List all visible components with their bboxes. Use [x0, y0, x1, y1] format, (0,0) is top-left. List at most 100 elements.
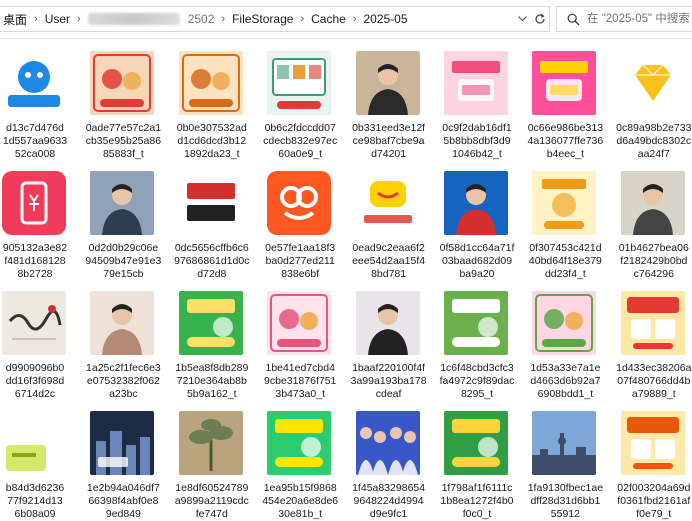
file-thumbnail: [522, 288, 608, 358]
file-grid: d13c7d476d 1d557aa9633 52ca008 0ade77e57c2a…: [0, 38, 692, 520]
file-name-line: 8295_t: [460, 388, 494, 400]
chevron-right-icon[interactable]: ›: [218, 13, 228, 25]
file-name-line: f2182429b0bd: [620, 255, 688, 267]
file-name-line: 9648224d4994: [353, 495, 424, 507]
file-name-line: 0b0e307532ad: [176, 122, 247, 134]
person-photo: [90, 171, 155, 235]
file-name: 1e8df60524789 a9899a2119cdc fe747d: [169, 482, 255, 521]
file-name-line: 0f58d1cc64a71f: [439, 242, 515, 254]
promo-green: [444, 291, 508, 355]
file-name: 0b6c2fdccdd07 cdecb832e97ec 60a0e9_t: [257, 122, 343, 161]
file-name-line: 5b9a162_t: [186, 388, 237, 400]
file-name: 905132a3e82 f481d168128 8b2728: [0, 242, 78, 281]
crumb-2025-05[interactable]: 2025-05: [359, 12, 411, 26]
file-name: 1f45a83298654 9648224d4994 d9e9fc1: [346, 482, 432, 521]
file-name-line: 0b331eed3e12f: [352, 122, 426, 134]
file-name-line: 454e20a6e8de6: [262, 495, 339, 507]
file-name-line: 1c6f48cbd3cfc3: [440, 362, 514, 374]
file-thumbnail: [434, 408, 520, 478]
chevron-right-icon[interactable]: ›: [297, 13, 307, 25]
file-name: 1f798af1f6111c 1b8ea1272f4b0 f0c0_t: [434, 482, 520, 521]
file-thumbnail: [80, 288, 166, 358]
person-photo: [444, 171, 508, 235]
file-name: 1be41ed7cbd4 9cbe31876f751 3b473a0_t: [257, 362, 343, 401]
crumb-filestorage[interactable]: FileStorage: [228, 12, 297, 26]
address-bar: 桌面 › User › 2502 › FileStorage › Cache ›…: [0, 0, 692, 39]
search-icon: [567, 13, 580, 31]
file-thumbnail: [0, 288, 78, 358]
file-thumbnail: [80, 48, 166, 118]
file-thumbnail: [434, 168, 520, 238]
crumb-cache[interactable]: Cache: [307, 12, 350, 26]
file-name-line: 6908bdd1_t: [537, 388, 594, 400]
file-name-line: 6714d2c: [14, 388, 56, 400]
chevron-right-icon[interactable]: ›: [31, 13, 41, 25]
file-name: 0f58d1cc64a71f 03baad682d09 ba9a20: [434, 242, 520, 281]
file-name: b84d3d6236 77f9214d13 6b08a09: [0, 482, 78, 521]
meituan-logo: [355, 171, 420, 235]
file-name-line: 0f307453c421d: [529, 242, 602, 254]
file-name-line: a79889_t: [631, 388, 676, 400]
promo-green: [267, 411, 332, 475]
file-thumbnail: [522, 48, 608, 118]
file-name-line: a9899a2119cdc: [174, 495, 249, 507]
file-name-line: 1fa9130fbec1ae: [527, 482, 604, 494]
search-input[interactable]: [587, 10, 691, 28]
file-name-line: 07f480766dd4b: [617, 375, 691, 387]
path-breadcrumb[interactable]: 桌面 › User › 2502 › FileStorage › Cache ›…: [0, 6, 550, 32]
file-name-line: 7210e364ab8b: [176, 375, 247, 387]
file-name: 0c89a98b2e733 d6a49bdc8302c aa24f7: [611, 122, 692, 161]
file-name: 02f003204a69d f0361fbd2161af f0e79_t: [611, 482, 692, 521]
file-name-line: 1892da23_t: [184, 148, 240, 160]
file-name: 1a25c2f1fec6e3 e07532382f062 a23bc: [80, 362, 166, 401]
file-name-line: eee54d2aa15f4: [352, 255, 426, 267]
promo-yellow: [532, 171, 597, 235]
breadcrumb: 桌面 › User › 2502 › FileStorage › Cache ›…: [0, 7, 412, 31]
file-name-line: c764296: [633, 268, 674, 280]
file-name-line: 0e57fe1aa18f3: [265, 242, 336, 254]
file-thumbnail: [169, 168, 255, 238]
file-name-line: 8bd781: [371, 268, 407, 280]
file-name: 1d433ec38206a 07f480766dd4b a79889_t: [611, 362, 692, 401]
file-thumbnail: [169, 48, 255, 118]
refresh-icon[interactable]: [531, 10, 549, 28]
file-name-line: 40bd64f18e379: [528, 255, 602, 267]
crumb-user[interactable]: User: [41, 12, 74, 26]
plant-photo: [178, 411, 243, 475]
chevron-right-icon[interactable]: ›: [350, 13, 360, 25]
file-name-line: 0dc5656cffb6c6: [174, 242, 249, 254]
search-box[interactable]: [556, 6, 692, 32]
file-name: 1fa9130fbec1ae dff28d31d6bb1 55912: [522, 482, 608, 521]
group-photo: [355, 411, 420, 475]
file-name-line: 0ade77e57c2a1: [85, 122, 162, 134]
city-photo: [90, 411, 155, 475]
crumb-desktop[interactable]: 桌面: [0, 11, 31, 28]
promo-red: [620, 411, 685, 475]
file-name-line: 1b8ea1272f4b0: [440, 495, 514, 507]
file-thumbnail: [257, 48, 343, 118]
file-name: 0dc5656cffb6c6 97686861d1d0c d72d8: [169, 242, 255, 281]
file-name-line: 1d557aa9633: [2, 135, 68, 147]
file-thumbnail: [0, 48, 78, 118]
file-name-line: f481d168128: [4, 255, 66, 267]
file-name-line: cdecb832e97ec: [263, 135, 338, 147]
file-name-line: e07532382f062: [86, 375, 160, 387]
file-name: 1ea95b15f9868 454e20a6e8de6 30e81b_t: [257, 482, 343, 521]
file-name: 1c6f48cbd3cfc3 fa4972c9f89dac 8295_t: [434, 362, 520, 401]
file-name: 1d53a33e7a1e d4663d6b92a7 6908bdd1_t: [522, 362, 608, 401]
blurred-segment: [87, 13, 180, 25]
file-name-line: 97686861d1d0c: [174, 255, 250, 267]
file-thumbnail: [80, 408, 166, 478]
file-name-line: a23bc: [109, 388, 138, 400]
file-thumbnail: [611, 288, 692, 358]
history-dropdown-icon[interactable]: [513, 10, 531, 28]
file-name-line: 1046b42_t: [452, 148, 502, 160]
file-name-line: aa24f7: [637, 148, 670, 160]
file-thumbnail: [346, 408, 432, 478]
food-banner: [267, 291, 332, 355]
file-name-line: dd23f4_t: [544, 268, 586, 280]
file-name-line: 3a99a193ba178: [350, 375, 427, 387]
chevron-right-icon[interactable]: ›: [74, 13, 84, 25]
food-banner: [178, 51, 243, 115]
shop-banner: [267, 51, 332, 115]
